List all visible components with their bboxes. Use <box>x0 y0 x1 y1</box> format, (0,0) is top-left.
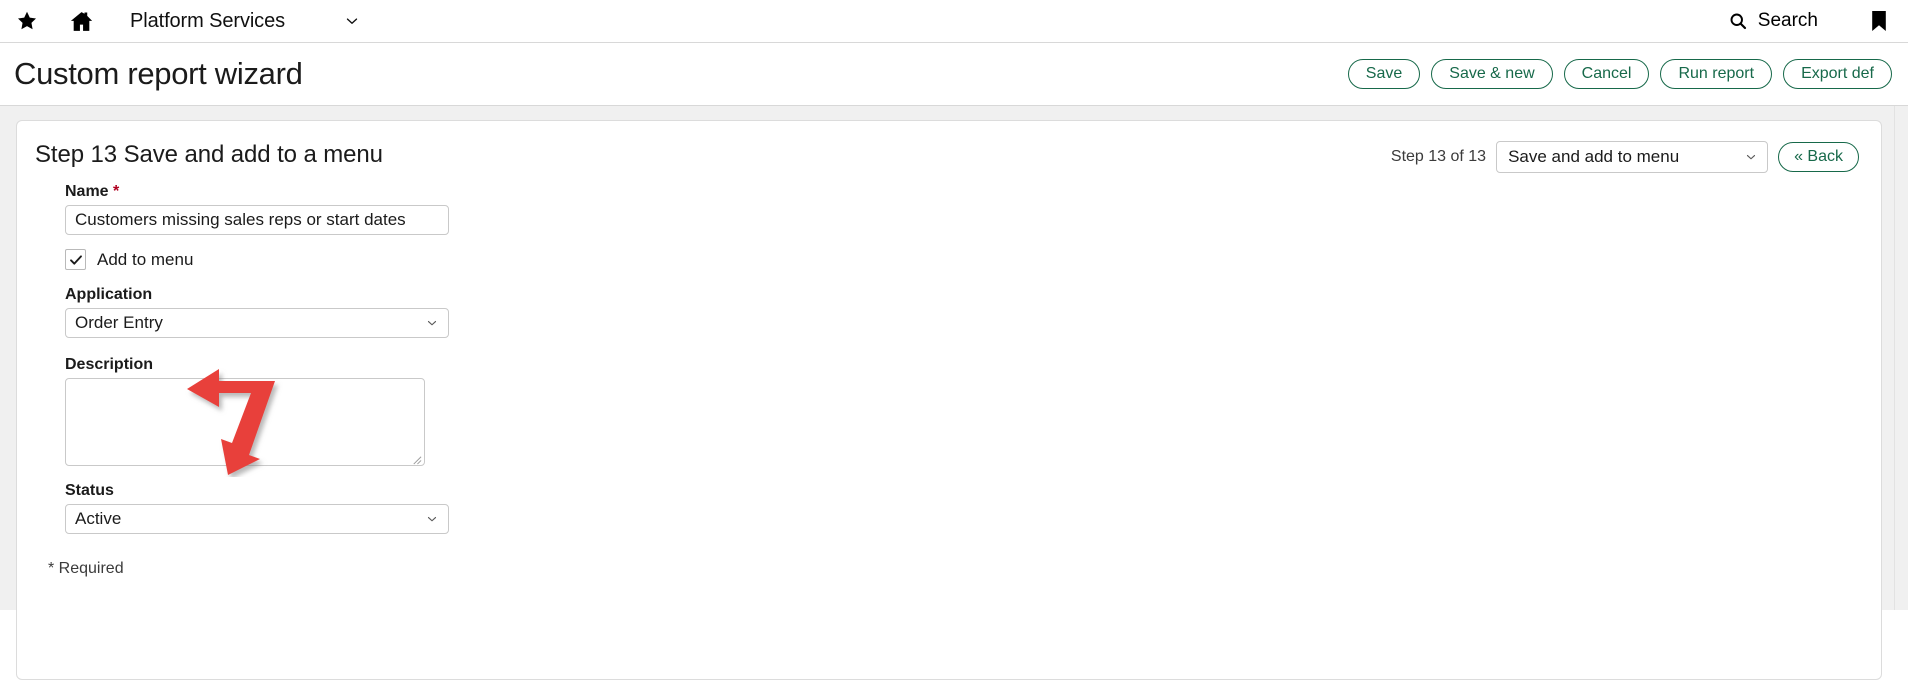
back-button[interactable]: « Back <box>1778 142 1859 172</box>
run-report-button[interactable]: Run report <box>1660 59 1773 89</box>
step-select[interactable]: Save and add to menu <box>1496 141 1769 173</box>
add-to-menu-label: Add to menu <box>97 249 194 269</box>
chevron-down-icon[interactable] <box>341 10 363 32</box>
page-title: Custom report wizard <box>14 56 303 91</box>
step-heading: Step 13 Save and add to a menu <box>35 141 383 168</box>
step-counter: Step 13 of 13 <box>1390 148 1487 165</box>
star-icon[interactable] <box>10 4 44 38</box>
description-field-group: Description <box>65 356 1881 466</box>
chevron-down-icon <box>425 316 439 330</box>
status-select[interactable]: Active <box>65 504 449 534</box>
right-edge-gutter <box>1894 106 1908 610</box>
name-input[interactable] <box>65 205 449 235</box>
header-action-buttons: Save Save & new Cancel Run report Export… <box>1347 59 1892 89</box>
description-textarea[interactable] <box>65 378 425 466</box>
add-to-menu-row: Add to menu <box>65 249 1881 270</box>
application-select-value: Order Entry <box>75 313 163 332</box>
wizard-card: Step 13 Save and add to a menu Step 13 o… <box>16 120 1882 680</box>
search-icon <box>1728 11 1748 31</box>
description-label: Description <box>65 356 154 373</box>
required-asterisk: * <box>113 183 120 200</box>
home-icon[interactable] <box>64 4 98 38</box>
step-navigation: Step 13 of 13 Save and add to menu « Bac… <box>1391 141 1859 173</box>
cancel-button[interactable]: Cancel <box>1563 59 1650 89</box>
status-label: Status <box>65 482 114 499</box>
application-field-group: Application Order Entry <box>65 286 1881 338</box>
app-name-label: Platform Services <box>130 9 286 32</box>
search-button[interactable]: Search <box>1728 10 1818 32</box>
step-select-value: Save and add to menu <box>1508 147 1680 166</box>
application-select[interactable]: Order Entry <box>65 308 449 338</box>
status-field-group: Status Active <box>65 482 1881 534</box>
name-field-group: Name * <box>65 183 1881 235</box>
save-and-new-button[interactable]: Save & new <box>1431 59 1553 89</box>
required-note: * Required <box>48 560 124 577</box>
add-to-menu-checkbox[interactable] <box>65 249 86 270</box>
checkmark-icon <box>69 254 82 265</box>
wizard-card-header: Step 13 Save and add to a menu Step 13 o… <box>17 139 1881 173</box>
name-label-text: Name <box>65 183 109 200</box>
name-label: Name * <box>65 183 1881 201</box>
export-def-button[interactable]: Export def <box>1783 59 1892 89</box>
wizard-form: Name * Add to menu Application Order Ent <box>17 173 1881 578</box>
page-header: Custom report wizard Save Save & new Can… <box>0 43 1908 106</box>
save-button[interactable]: Save <box>1347 59 1421 89</box>
chevron-down-icon <box>1744 150 1758 164</box>
chevron-down-icon <box>425 512 439 526</box>
global-top-bar: Platform Services Search <box>0 0 1908 43</box>
application-label: Application <box>65 286 153 303</box>
bookmark-icon[interactable] <box>1864 6 1894 36</box>
description-textarea-wrap <box>65 378 425 466</box>
status-select-value: Active <box>75 509 122 528</box>
content-area: Step 13 Save and add to a menu Step 13 o… <box>0 106 1908 680</box>
search-label: Search <box>1757 10 1818 31</box>
